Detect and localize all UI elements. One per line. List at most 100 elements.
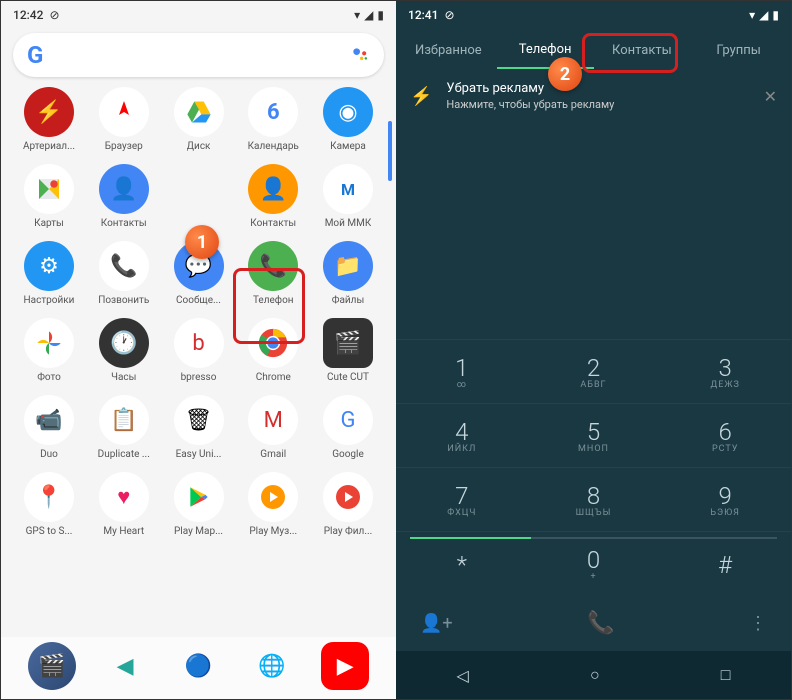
app-files[interactable]: 📁Файлы [314, 241, 382, 306]
dock-app-4[interactable]: 🌐 [248, 642, 296, 690]
app-mmk[interactable]: MМой ММК [314, 164, 382, 229]
dial-key-hash[interactable]: # [659, 531, 791, 595]
status-time: 12:41 [408, 8, 438, 22]
app-contacts[interactable]: 👤Контакты [90, 164, 158, 229]
settings-icon: ⚙ [24, 241, 74, 291]
signal-icon: ◢ [364, 8, 373, 22]
call-button[interactable]: 📞 [587, 611, 614, 636]
tab-contacts[interactable]: Контакты [594, 33, 691, 68]
tab-phone[interactable]: Телефон [497, 32, 594, 69]
heart-icon: ♥ [99, 472, 149, 522]
play-movies-icon [323, 472, 373, 522]
app-maps[interactable]: Карты [15, 164, 83, 229]
photos-icon [24, 318, 74, 368]
nav-home[interactable]: ○ [590, 665, 600, 685]
mmk-icon: M [323, 164, 373, 214]
close-icon[interactable]: ✕ [764, 87, 777, 106]
app-google[interactable]: GGoogle [314, 395, 382, 460]
app-gmail[interactable]: MGmail [239, 395, 307, 460]
signal-icon: ◢ [759, 8, 768, 22]
wifi-icon: ▾ [354, 8, 360, 22]
dial-key-3[interactable]: 3ДЕЖЗ [659, 339, 791, 403]
nav-recent[interactable]: □ [721, 665, 731, 685]
dial-key-2[interactable]: 2АБВГ [528, 339, 660, 403]
tab-favorites[interactable]: Избранное [400, 33, 497, 68]
tab-groups[interactable]: Группы [690, 33, 787, 68]
app-settings[interactable]: ⚙Настройки [15, 241, 83, 306]
duplicate-icon: 📋 [99, 395, 149, 445]
app-disk[interactable]: Диск [165, 87, 233, 152]
app-browser[interactable]: Браузер [90, 87, 158, 152]
app-cutecut[interactable]: 🎬Cute CUT [314, 318, 382, 383]
nav-bar: ◁ ○ □ [396, 651, 791, 699]
dial-key-7[interactable]: 7ФХЦЧ [396, 467, 528, 531]
app-uninstall[interactable]: 🗑Easy Uni... [165, 395, 233, 460]
app-calendar[interactable]: 6Календарь [239, 87, 307, 152]
app-phone[interactable]: 📞Телефон [239, 241, 307, 306]
more-icon[interactable]: ⋮ [749, 613, 767, 634]
contacts-icon: 👤 [99, 164, 149, 214]
google-icon: G [323, 395, 373, 445]
clock-icon: 🕐 [99, 318, 149, 368]
files-icon: 📁 [323, 241, 373, 291]
dock-app-1[interactable]: 🎬 [28, 642, 76, 690]
dial-key-8[interactable]: 8ШЩЪЫ [528, 467, 660, 531]
dial-key-4[interactable]: 4ИЙКЛ [396, 403, 528, 467]
browser-icon [99, 87, 149, 137]
dial-key-1[interactable]: 1∞ [396, 339, 528, 403]
dnd-icon: ⊘ [49, 8, 59, 22]
add-contact-icon[interactable]: 👤+ [420, 613, 453, 634]
dial-key-6[interactable]: 6РСТУ [659, 403, 791, 467]
app-photos[interactable]: Фото [15, 318, 83, 383]
nav-back[interactable]: ◁ [457, 666, 469, 685]
app-heart[interactable]: ♥My Heart [90, 472, 158, 537]
step-badge-2: 2 [548, 57, 582, 91]
phone-tabs: Избранное Телефон Контакты Группы [396, 29, 791, 71]
calendar-icon: 6 [248, 87, 298, 137]
app-clock[interactable]: 🕐Часы [90, 318, 158, 383]
dialer: 1∞ 2АБВГ 3ДЕЖЗ 4ИЙКЛ 5МНОП 6РСТУ 7ФХЦЧ 8… [396, 339, 791, 651]
app-bpresso[interactable]: bbpresso [165, 318, 233, 383]
dock: 🎬 ◀ 🔵 🌐 ▶ [1, 637, 396, 699]
dial-key-0[interactable]: 0+ [528, 531, 660, 595]
call-bar: 👤+ 📞 ⋮ [396, 595, 791, 651]
dock-app-5[interactable]: ▶ [321, 642, 369, 690]
dialpad: 1∞ 2АБВГ 3ДЕЖЗ 4ИЙКЛ 5МНОП 6РСТУ 7ФХЦЧ 8… [396, 339, 791, 595]
dock-app-2[interactable]: ◀ [101, 642, 149, 690]
google-search-bar[interactable]: G [13, 33, 384, 77]
dial-key-9[interactable]: 9ЬЭЮЯ [659, 467, 791, 531]
app-play-movies[interactable]: Play Фил... [314, 472, 382, 537]
dnd-icon: ⊘ [444, 8, 454, 22]
app-play-music[interactable]: Play Муз... [239, 472, 307, 537]
battery-icon: ▮ [772, 8, 779, 22]
dock-app-3[interactable]: 🔵 [174, 642, 222, 690]
play-market-icon [174, 472, 224, 522]
app-chrome[interactable]: Chrome [239, 318, 307, 383]
app-arterial[interactable]: ⚡Артериал... [15, 87, 83, 152]
status-time: 12:42 [13, 8, 43, 22]
gmail-icon: M [248, 395, 298, 445]
app-contacts2[interactable]: 👤Контакты [239, 164, 307, 229]
app-duplicate[interactable]: 📋Duplicate ... [90, 395, 158, 460]
scroll-indicator[interactable] [388, 121, 392, 181]
gps-icon: 📍 [24, 472, 74, 522]
chrome-icon [248, 318, 298, 368]
status-bar: 12:42 ⊘ ▾ ◢ ▮ [1, 1, 396, 29]
dial-key-5[interactable]: 5МНОП [528, 403, 660, 467]
ad-subtitle: Нажмите, чтобы убрать рекламу [446, 98, 763, 111]
app-call[interactable]: 📞Позвонить [90, 241, 158, 306]
dial-key-star[interactable]: * [396, 531, 528, 595]
bpresso-icon: b [174, 318, 224, 368]
app-camera[interactable]: ◉Камера [314, 87, 382, 152]
app-gps[interactable]: 📍GPS to S... [15, 472, 83, 537]
app-duo[interactable]: 📹Duo [15, 395, 83, 460]
app-play-market[interactable]: Play Мар... [165, 472, 233, 537]
bolt-icon: ⚡ [410, 86, 432, 107]
ad-banner[interactable]: ⚡ Убрать рекламу Нажмите, чтобы убрать р… [396, 71, 791, 121]
dial-accent [410, 537, 777, 539]
assistant-icon[interactable] [350, 45, 370, 65]
contacts2-icon: 👤 [248, 164, 298, 214]
maps-icon [24, 164, 74, 214]
google-logo-icon: G [27, 41, 43, 69]
app-drawer-screen: 12:42 ⊘ ▾ ◢ ▮ G ⚡Артериал... Браузер Дис… [1, 1, 396, 699]
